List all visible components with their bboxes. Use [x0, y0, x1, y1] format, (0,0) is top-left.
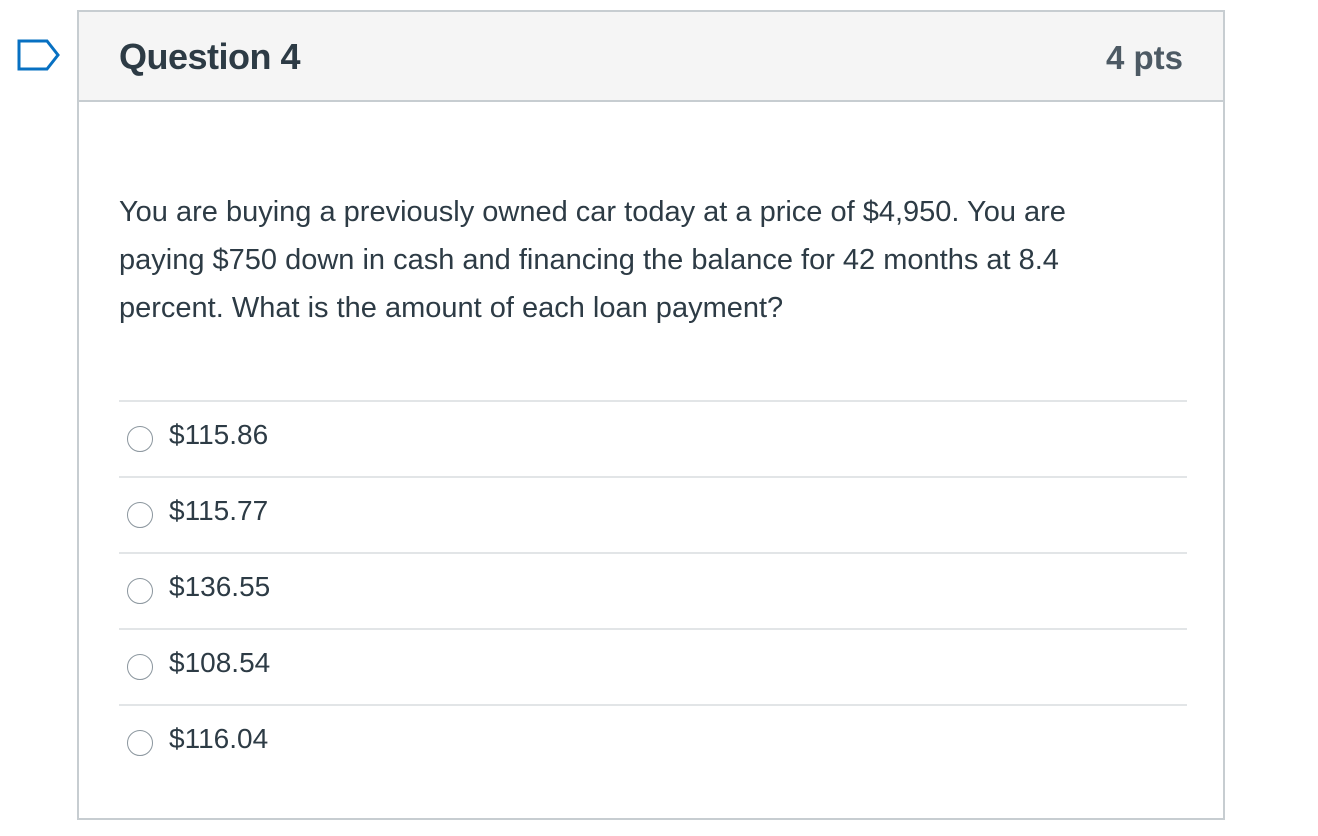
radio-button[interactable] [127, 578, 153, 604]
question-title: Question 4 [119, 36, 301, 77]
answer-label: $115.86 [169, 419, 269, 450]
radio-button[interactable] [127, 730, 153, 756]
answer-option[interactable]: $136.55 [119, 552, 1187, 628]
radio-button[interactable] [127, 654, 153, 680]
question-text: You are buying a previously owned car to… [119, 196, 1066, 324]
question-points: 4 pts [1105, 39, 1183, 76]
answer-option[interactable]: $108.54 [119, 628, 1187, 704]
answer-option[interactable]: $115.86 [119, 400, 1187, 476]
answer-label: $115.77 [169, 495, 269, 526]
answer-label: $136.55 [169, 571, 271, 602]
answer-label: $116.04 [169, 723, 269, 754]
radio-button[interactable] [127, 426, 153, 452]
flag-question-icon[interactable] [16, 38, 62, 72]
answer-option[interactable]: $115.77 [119, 476, 1187, 552]
question-header: Question 4 4 pts [79, 12, 1223, 102]
answer-list: $115.86 $115.77 $136.55 $108.54 $116.04 [119, 400, 1187, 780]
radio-button[interactable] [127, 502, 153, 528]
question-card: Question 4 4 pts You are buying a previo… [77, 10, 1225, 820]
answer-label: $108.54 [169, 647, 271, 678]
answer-option[interactable]: $116.04 [119, 704, 1187, 780]
